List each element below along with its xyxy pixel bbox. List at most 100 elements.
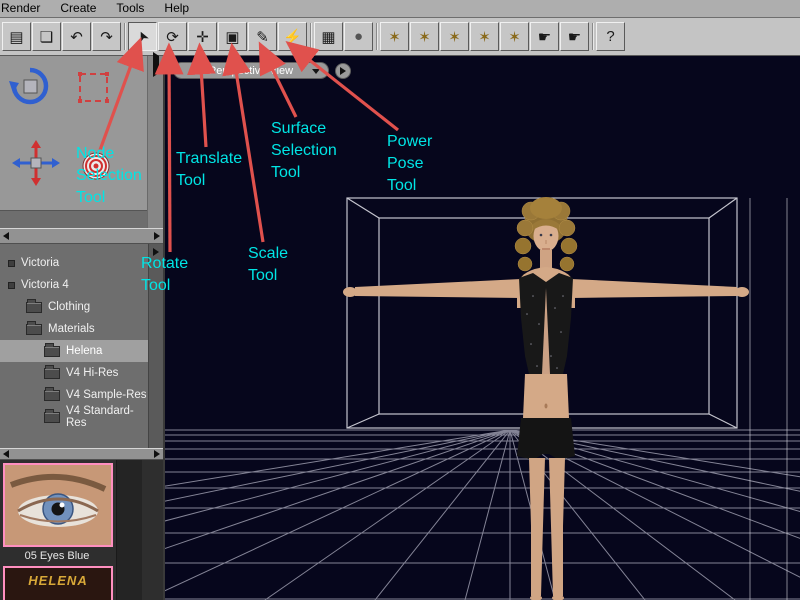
toolbar-separator (124, 23, 126, 50)
thumbnail-helena[interactable]: HELENA (3, 566, 113, 600)
thumbnail-eyes-blue[interactable] (3, 463, 113, 547)
chevron-down-icon (312, 69, 320, 74)
panel-separator (0, 228, 163, 244)
tree-item-label: Helena (66, 345, 103, 357)
hand-icon: ☛ (537, 28, 552, 46)
panel-side-strip (147, 52, 163, 228)
folder-icon (44, 386, 60, 401)
tree-item-label: V4 Sample-Res (66, 389, 147, 401)
view-selector-dropdown[interactable]: Perspective View (173, 62, 329, 79)
collapse-left-arrow-icon[interactable] (3, 450, 9, 458)
rotate-tool-button[interactable]: ⟳ (158, 22, 187, 51)
translate-icon: ✛ (196, 28, 209, 46)
pose-tool-5-button[interactable]: ✶ (500, 22, 529, 51)
tree-item-label: Victoria 4 (21, 279, 69, 291)
redo-button[interactable]: ↷ (92, 22, 121, 51)
hand-tool-2-button[interactable]: ☛ (560, 22, 589, 51)
tree-item-v4-standard-res[interactable]: V4 Standard-Res (0, 405, 148, 429)
tree-item-victoria-4[interactable]: Victoria 4 (0, 274, 148, 296)
collapse-right-arrow-icon[interactable] (154, 450, 160, 458)
left-panel: Victoria Victoria 4 Clothing Materials H… (0, 52, 165, 600)
tree-scrollbar[interactable] (148, 244, 163, 448)
view-next-button[interactable] (335, 62, 351, 79)
folder-icon (26, 320, 42, 335)
tree-item-label: Materials (48, 323, 95, 335)
pose-star-icon: ✶ (448, 28, 461, 46)
pose-tool-1-button[interactable]: ✶ (380, 22, 409, 51)
tree-item-v4-hi-res[interactable]: V4 Hi-Res (0, 362, 148, 384)
tool-gizmo-icons (9, 67, 110, 186)
view-selector-label: Perspective View (208, 64, 294, 77)
camera-tool-button[interactable]: ▦ (314, 22, 343, 51)
undo-icon: ↶ (70, 28, 83, 46)
pose-tool-4-button[interactable]: ✶ (470, 22, 499, 51)
tree-item-label: V4 Standard-Res (66, 405, 134, 429)
redo-icon: ↷ (100, 28, 113, 46)
selection-frame-icon[interactable] (78, 72, 109, 103)
undo-button[interactable]: ↶ (62, 22, 91, 51)
rotate-icon: ⟳ (166, 28, 179, 46)
play-arrow-icon (340, 66, 346, 75)
help-button[interactable]: ? (596, 22, 625, 51)
tree-item-victoria[interactable]: Victoria (0, 252, 148, 274)
pose-tool-2-button[interactable]: ✶ (410, 22, 439, 51)
open-file-icon: ❏ (39, 28, 54, 46)
toolbar-separator (376, 23, 378, 50)
tool-icon-panel (0, 52, 163, 228)
question-mark-icon: ? (606, 28, 615, 45)
folder-icon (44, 408, 60, 423)
menu-help[interactable]: Help (154, 0, 199, 17)
panel-sub-strip (0, 210, 147, 228)
menu-create[interactable]: Create (50, 0, 106, 17)
folder-icon (44, 364, 60, 379)
hand-icon: ☛ (567, 28, 582, 46)
toolbar-separator (310, 23, 312, 50)
pose-tool-3-button[interactable]: ✶ (440, 22, 469, 51)
node-selection-tool-button[interactable]: ➤ (128, 22, 157, 51)
cursor-arrow-icon: ➤ (132, 28, 152, 46)
translate-tool-button[interactable]: ✛ (188, 22, 217, 51)
tree-item-materials[interactable]: Materials (0, 318, 148, 340)
thumbnail-panel: 05 Eyes Blue HELENA (0, 460, 163, 600)
tree-item-label: V4 Hi-Res (66, 367, 119, 379)
menu-items: Render Create Tools Help (0, 0, 800, 17)
open-file-button[interactable]: ❏ (32, 22, 61, 51)
scale-tool-button[interactable]: ▣ (218, 22, 247, 51)
collapse-left-arrow-icon[interactable] (3, 232, 9, 240)
tree-item-label: Victoria (21, 257, 60, 269)
toolbar: ▤ ❏ ↶ ↷ ➤ ⟳ ✛ ▣ ✎ ⚡ ▦ ● ✶ ✶ ✶ ✶ ✶ ☛ ☛ ? (0, 18, 800, 56)
menu-render[interactable]: Render (0, 0, 50, 17)
figure-victoria (343, 197, 749, 600)
application-window: Render Create Tools Help ▤ ❏ ↶ ↷ ➤ ⟳ ✛ ▣… (0, 0, 800, 600)
surface-selection-tool-button[interactable]: ✎ (248, 22, 277, 51)
scroll-arrow-icon[interactable] (153, 248, 159, 256)
view-selector: Perspective View (173, 62, 351, 79)
pose-star-icon: ✶ (388, 28, 401, 46)
new-document-button[interactable]: ▤ (2, 22, 31, 51)
panel-expand-arrow-icon[interactable] (153, 52, 159, 77)
pose-star-icon: ✶ (478, 28, 491, 46)
scale-icon: ▣ (225, 28, 240, 46)
hand-tool-1-button[interactable]: ☛ (530, 22, 559, 51)
content-tree: Victoria Victoria 4 Clothing Materials H… (0, 252, 148, 429)
power-pose-tool-button[interactable]: ⚡ (278, 22, 307, 51)
node-icon (8, 259, 15, 267)
tree-item-clothing[interactable]: Clothing (0, 296, 148, 318)
thumbnail-title: HELENA (28, 573, 88, 588)
translate-gizmo-icon[interactable] (12, 140, 60, 186)
thumbnail-scroll-column[interactable] (116, 460, 142, 600)
tree-item-v4-sample-res[interactable]: V4 Sample-Res (0, 384, 148, 406)
content-tree-panel: Victoria Victoria 4 Clothing Materials H… (0, 244, 163, 448)
tree-item-label: Clothing (48, 301, 91, 313)
collapse-right-arrow-icon[interactable] (154, 232, 160, 240)
folder-icon (44, 342, 60, 357)
toolbar-separator (592, 23, 594, 50)
node-selection-target-icon[interactable] (82, 152, 110, 180)
camera-icon: ▦ (321, 28, 336, 46)
menu-tools[interactable]: Tools (106, 0, 154, 17)
render-button[interactable]: ● (344, 22, 373, 51)
rotate-gizmo-icon[interactable] (9, 67, 49, 105)
viewport-3d[interactable]: Perspective View (165, 56, 800, 600)
floor-grid (165, 429, 800, 600)
tree-item-helena[interactable]: Helena (0, 340, 148, 362)
